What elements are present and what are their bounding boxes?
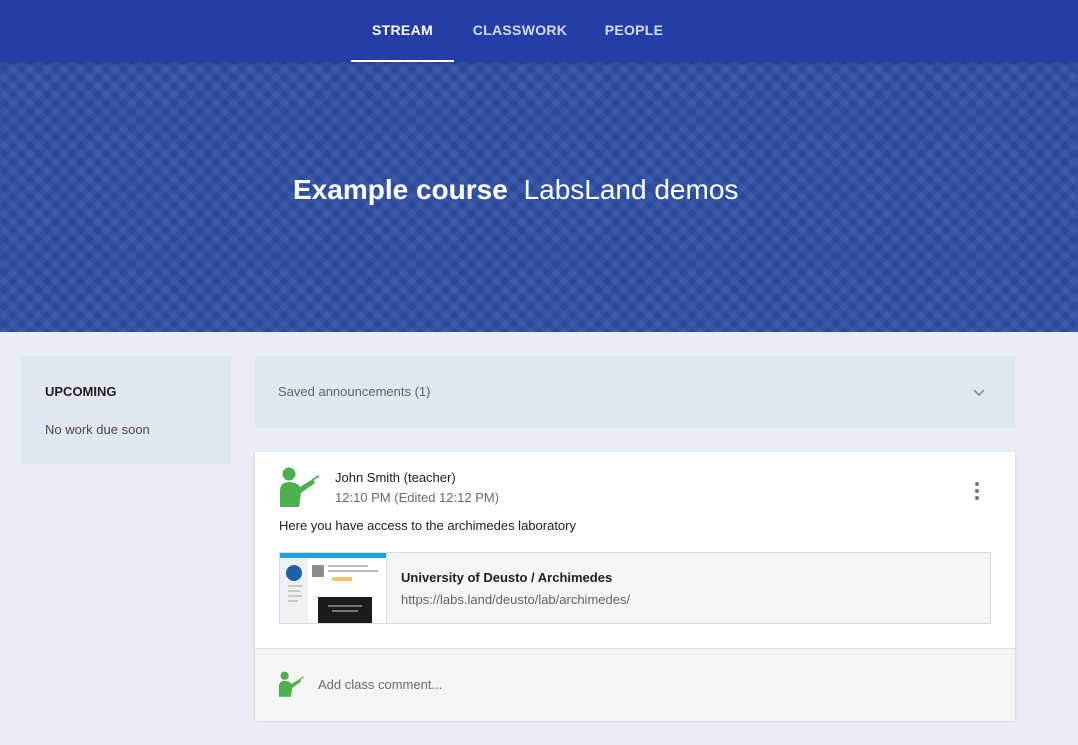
upcoming-title: UPCOMING bbox=[45, 384, 117, 399]
avatar bbox=[278, 671, 304, 697]
saved-announcements[interactable]: Saved announcements (1) bbox=[255, 356, 1015, 428]
avatar bbox=[280, 467, 320, 507]
comment-bar: Add class comment... bbox=[255, 648, 1015, 721]
tab-people[interactable]: PEOPLE bbox=[598, 0, 670, 62]
link-attachment[interactable]: University of Deusto / Archimedes https:… bbox=[279, 552, 991, 624]
course-banner: Example course LabsLand demos bbox=[0, 62, 1078, 332]
post-author[interactable]: John Smith (teacher) bbox=[335, 470, 456, 485]
add-comment-input[interactable]: Add class comment... bbox=[318, 677, 442, 692]
upcoming-panel: UPCOMING No work due soon bbox=[21, 356, 231, 464]
tab-classwork[interactable]: CLASSWORK bbox=[470, 0, 570, 62]
course-title: Example course LabsLand demos bbox=[293, 174, 738, 206]
more-options-icon[interactable] bbox=[965, 480, 989, 504]
post-timestamp: 12:10 PM (Edited 12:12 PM) bbox=[335, 490, 500, 505]
attachment-url: https://labs.land/deusto/lab/archimedes/ bbox=[401, 592, 631, 607]
chevron-down-icon[interactable] bbox=[971, 384, 987, 400]
post-text: Here you have access to the archimedes l… bbox=[279, 518, 576, 533]
top-navigation: STREAM CLASSWORK PEOPLE bbox=[0, 0, 1078, 62]
saved-announcements-label: Saved announcements (1) bbox=[278, 384, 431, 399]
course-section: LabsLand demos bbox=[523, 174, 739, 205]
attachment-thumbnail bbox=[280, 553, 387, 623]
upcoming-empty-text: No work due soon bbox=[45, 422, 150, 437]
tab-stream[interactable]: STREAM bbox=[351, 0, 454, 62]
announcement-card: John Smith (teacher) 12:10 PM (Edited 12… bbox=[255, 452, 1015, 721]
attachment-title: University of Deusto / Archimedes bbox=[401, 570, 613, 585]
course-name: Example course bbox=[293, 174, 508, 205]
